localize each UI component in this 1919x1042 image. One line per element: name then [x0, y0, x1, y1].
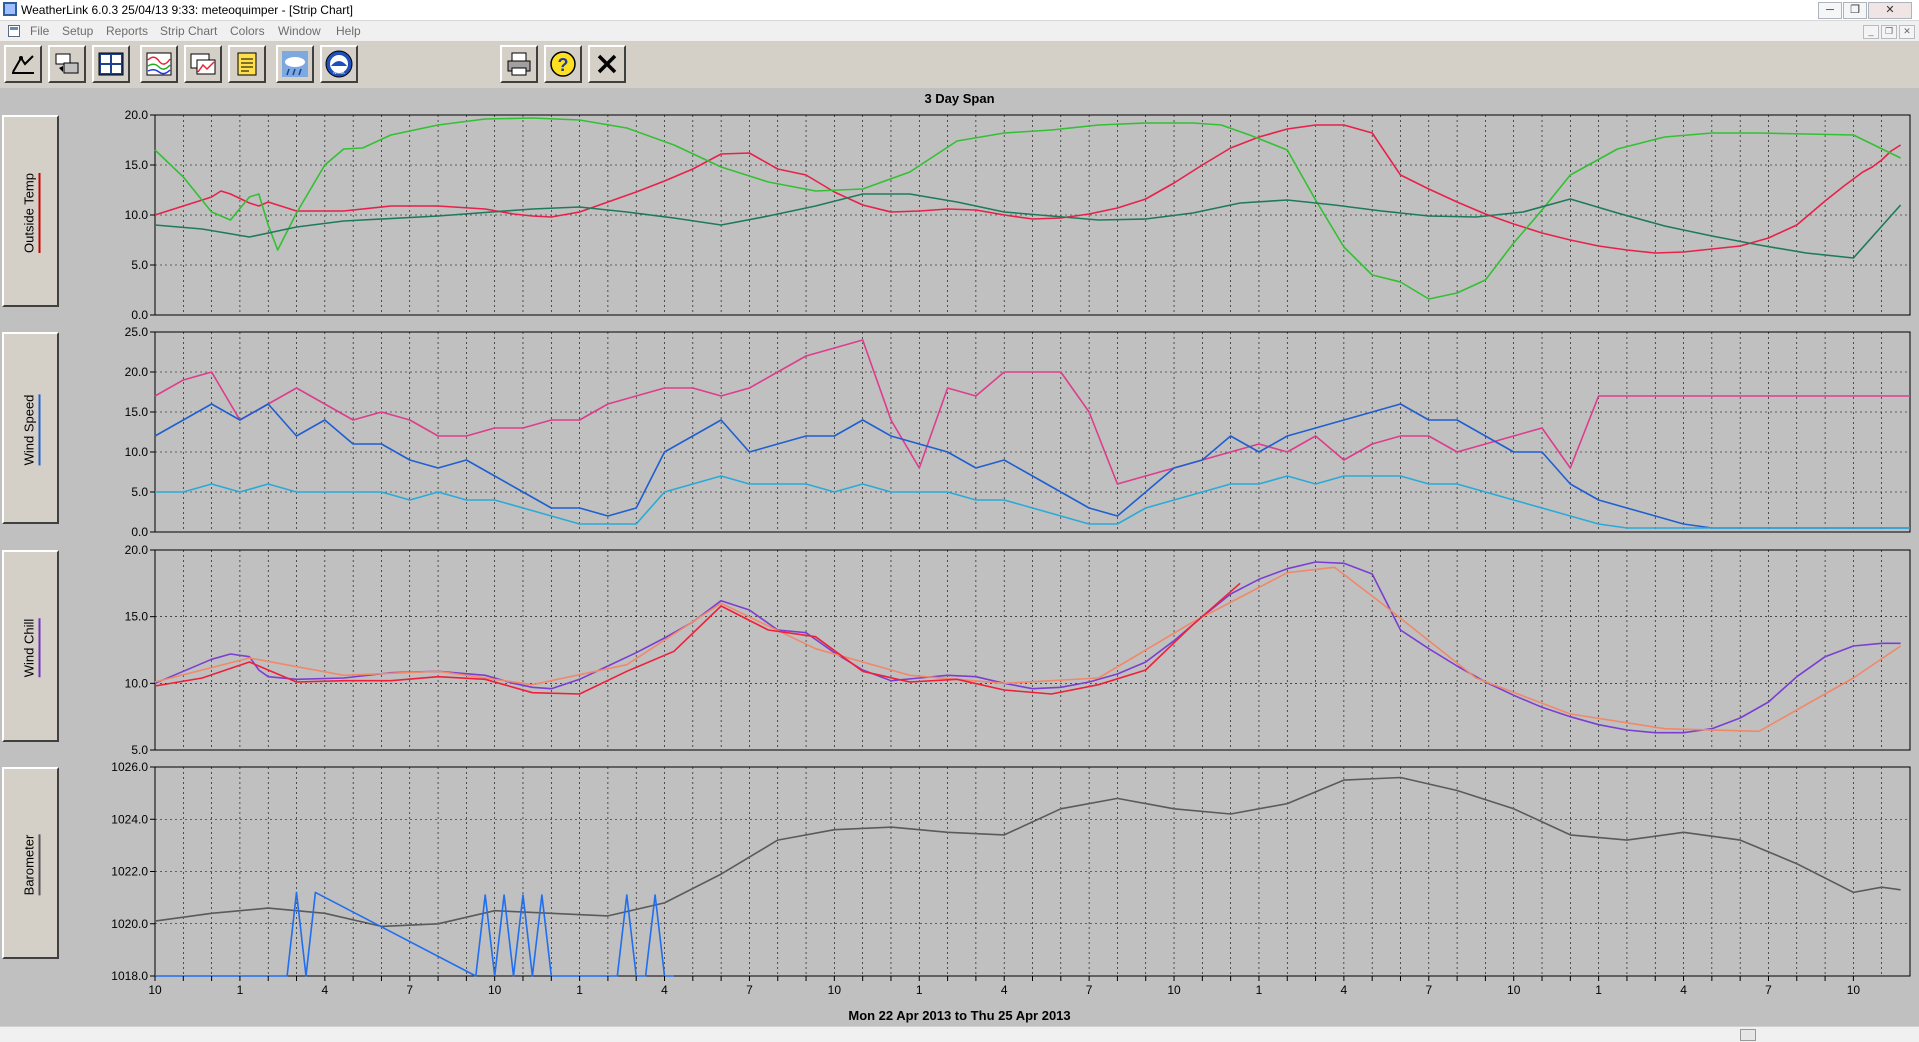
x-tick-label: 7 [1425, 983, 1432, 997]
close-window-button[interactable]: ✕ [1868, 2, 1912, 19]
notes-button[interactable] [228, 45, 266, 83]
x-tick-label: 1 [1256, 983, 1263, 997]
menu-reports[interactable]: Reports [106, 24, 148, 38]
x-tick-label: 4 [321, 983, 328, 997]
x-tick-label: 4 [1341, 983, 1348, 997]
close-icon [597, 54, 617, 74]
window-title: WeatherLink 6.0.3 25/04/13 9:33: meteoqu… [21, 3, 353, 17]
wind-speed-y-tick-label: 5.0 [131, 485, 148, 499]
wind-chill-y-tick-label: 10.0 [125, 676, 149, 690]
wind-chill-y-tick-label: 20.0 [125, 543, 149, 557]
noaa-icon: NOAA [325, 50, 353, 78]
svg-text:?: ? [558, 55, 569, 75]
outside-temp-y-tick-label: 20.0 [125, 108, 149, 122]
barometer-y-tick-label: 1024.0 [111, 812, 148, 826]
x-tick-label: 1 [576, 983, 583, 997]
walkabout-button[interactable] [4, 45, 42, 83]
outside-temp-y-tick-label: 15.0 [125, 158, 149, 172]
wind-speed-y-tick-label: 15.0 [125, 405, 149, 419]
menu-bar: File Setup Reports Strip Chart Colors Wi… [0, 21, 1919, 42]
barometer-y-tick-label: 1026.0 [111, 760, 148, 774]
plots-canvas: 0.05.010.015.020.00.05.010.015.020.025.0… [111, 108, 1911, 997]
wind-speed-y-tick-label: 0.0 [131, 525, 148, 539]
wind-chill-y-tick-label: 5.0 [131, 743, 148, 757]
svg-text:NOAA: NOAA [333, 70, 345, 75]
bulletin-button[interactable] [92, 45, 130, 83]
title-bar: WeatherLink 6.0.3 25/04/13 9:33: meteoqu… [0, 0, 1919, 21]
x-tick-label: 7 [746, 983, 753, 997]
download-button[interactable] [48, 45, 86, 83]
restore-button[interactable]: ❐ [1843, 2, 1867, 19]
toolbar: NOAA ? [0, 42, 1919, 88]
close-chart-button[interactable] [588, 45, 626, 83]
minimize-button[interactable]: ─ [1818, 2, 1842, 19]
x-tick-label: 1 [237, 983, 244, 997]
help-button[interactable]: ? [544, 45, 582, 83]
bulletin-icon [98, 52, 124, 76]
mdi-minimize-button[interactable]: _ [1863, 25, 1879, 39]
x-tick-label: 10 [148, 983, 162, 997]
x-tick-label: 7 [1086, 983, 1093, 997]
outside-temp-y-tick-label: 10.0 [125, 208, 149, 222]
barometer-y-tick-label: 1018.0 [111, 969, 148, 983]
menu-file[interactable]: File [30, 24, 49, 38]
horizontal-scrollbar[interactable] [0, 1026, 1919, 1042]
x-tick-label: 10 [1167, 983, 1181, 997]
strip-chart-icon [146, 52, 172, 76]
date-range: Mon 22 Apr 2013 to Thu 25 Apr 2013 [848, 1008, 1071, 1023]
x-tick-label: 10 [1507, 983, 1521, 997]
app-icon [3, 2, 17, 16]
print-icon [507, 52, 531, 76]
outside-temp-y-tick-label: 5.0 [131, 258, 148, 272]
x-tick-label: 10 [1847, 983, 1861, 997]
notes-icon [237, 52, 257, 76]
weather-sky-icon [282, 51, 308, 77]
document-icon [8, 25, 20, 37]
x-tick-label: 4 [1001, 983, 1008, 997]
outside-temp-y-tick-label: 0.0 [131, 308, 148, 322]
walkabout-icon [12, 55, 34, 74]
x-tick-label: 4 [661, 983, 668, 997]
barometer-y-tick-label: 1022.0 [111, 865, 148, 879]
noaa-button[interactable]: NOAA [320, 45, 358, 83]
wind-speed-y-tick-label: 10.0 [125, 445, 149, 459]
menu-strip-chart[interactable]: Strip Chart [160, 24, 217, 38]
weather-sky-button[interactable] [276, 45, 314, 83]
strip-chart-area: 3 Day Span Outside Temp Wind Speed Wind … [0, 88, 1919, 1025]
x-tick-label: 4 [1680, 983, 1687, 997]
menu-window[interactable]: Window [278, 24, 321, 38]
download-icon [55, 53, 79, 74]
print-button[interactable] [500, 45, 538, 83]
wind-speed-y-tick-label: 20.0 [125, 365, 149, 379]
wind-chill-y-tick-label: 15.0 [125, 610, 149, 624]
help-icon: ? [550, 51, 576, 77]
menu-colors[interactable]: Colors [230, 24, 265, 38]
menu-help[interactable]: Help [336, 24, 361, 38]
x-tick-label: 1 [1595, 983, 1602, 997]
wind-speed-y-tick-label: 25.0 [125, 325, 149, 339]
graph-icon [190, 53, 216, 75]
x-tick-label: 10 [488, 983, 502, 997]
strip-chart-button[interactable] [140, 45, 178, 83]
mdi-close-button[interactable]: ✕ [1899, 25, 1915, 39]
x-tick-label: 7 [1765, 983, 1772, 997]
x-tick-label: 10 [828, 983, 842, 997]
menu-setup[interactable]: Setup [62, 24, 93, 38]
mdi-restore-button[interactable]: ❐ [1881, 25, 1897, 39]
graph-button[interactable] [184, 45, 222, 83]
barometer-y-tick-label: 1020.0 [111, 917, 148, 931]
scrollbar-thumb[interactable] [1740, 1029, 1756, 1041]
x-tick-label: 1 [916, 983, 923, 997]
x-tick-label: 7 [406, 983, 413, 997]
